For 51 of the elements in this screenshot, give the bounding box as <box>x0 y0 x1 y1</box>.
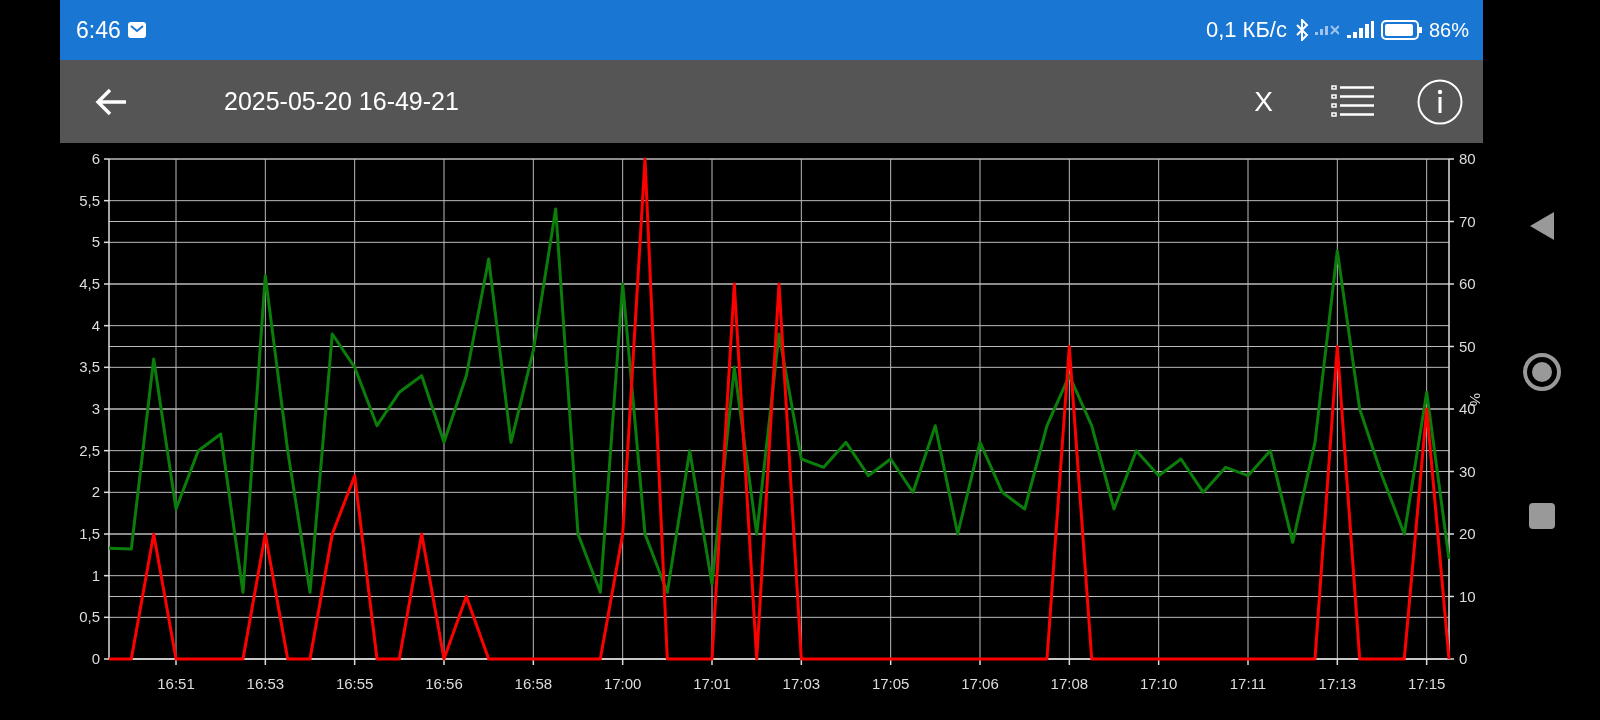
y-axis-label: 3 <box>91 400 100 417</box>
y-axis-label: 3,5 <box>79 358 100 376</box>
y-axis-label: 1,5 <box>79 525 100 542</box>
y-axis-label: 4,5 <box>79 275 100 292</box>
battery-percent: 86% <box>1428 18 1469 42</box>
window-title: 2025-05-20 16-49-21 <box>224 87 459 117</box>
y-axis-label: 70 <box>1459 212 1476 230</box>
info-icon[interactable] <box>1417 78 1463 125</box>
y-axis-label: 10 <box>1459 587 1476 605</box>
home-icon[interactable] <box>1521 352 1562 392</box>
x-axis-label: 16:51 <box>157 675 195 692</box>
battery-icon <box>1380 20 1423 41</box>
y-axis-label: 60 <box>1459 275 1476 292</box>
x-axis-label: 16:55 <box>335 675 374 692</box>
x-axis-label: 17:15 <box>1407 675 1446 692</box>
close-button[interactable]: X <box>1246 81 1281 122</box>
signal-icon <box>1314 24 1339 36</box>
x-axis-label: 17:11 <box>1229 675 1267 692</box>
x-axis-label: 17:06 <box>961 675 999 692</box>
x-axis-label: 16:56 <box>425 675 463 692</box>
y-axis-label: 5 <box>91 233 100 251</box>
y-axis-label: 50 <box>1459 337 1476 355</box>
y-axis-label: 2,5 <box>79 441 100 459</box>
signal-icon <box>1344 20 1375 41</box>
y-axis-label: 80 <box>1459 150 1476 167</box>
x-axis-label: 16:58 <box>514 675 553 692</box>
x-axis-label: 17:08 <box>1050 675 1089 692</box>
x-axis-label: 17:01 <box>693 675 731 692</box>
y-axis-label: 0 <box>91 650 100 667</box>
list-icon[interactable] <box>1331 83 1375 120</box>
y-axis-label: 20 <box>1459 525 1476 542</box>
y-axis-label: 0 <box>1459 650 1468 667</box>
x-axis-label: 17:05 <box>871 675 910 692</box>
y-axis-label: 0,5 <box>79 608 100 626</box>
y-axis-label: 6 <box>91 150 100 167</box>
x-axis-label: 17:10 <box>1139 675 1178 692</box>
y-axis-label: 2 <box>91 483 100 501</box>
y-axis-label: 4 <box>91 316 100 334</box>
recents-icon[interactable] <box>1527 502 1556 530</box>
y-axis-label: 30 <box>1459 462 1476 480</box>
mail-icon <box>126 21 147 40</box>
x-axis-label: 16:53 <box>246 675 285 692</box>
y-axis-label: 1 <box>91 566 100 584</box>
x-axis-label: 17:00 <box>603 675 642 692</box>
bluetooth-icon <box>1294 19 1309 42</box>
x-axis-label: 17:03 <box>782 675 821 692</box>
network-speed: 0,1 КБ/с <box>1205 17 1287 44</box>
clock: 6:46 <box>76 16 121 44</box>
y-axis-label: 5,5 <box>79 191 100 209</box>
x-axis-label: 17:13 <box>1318 675 1357 692</box>
back-arrow-icon[interactable] <box>94 86 128 117</box>
